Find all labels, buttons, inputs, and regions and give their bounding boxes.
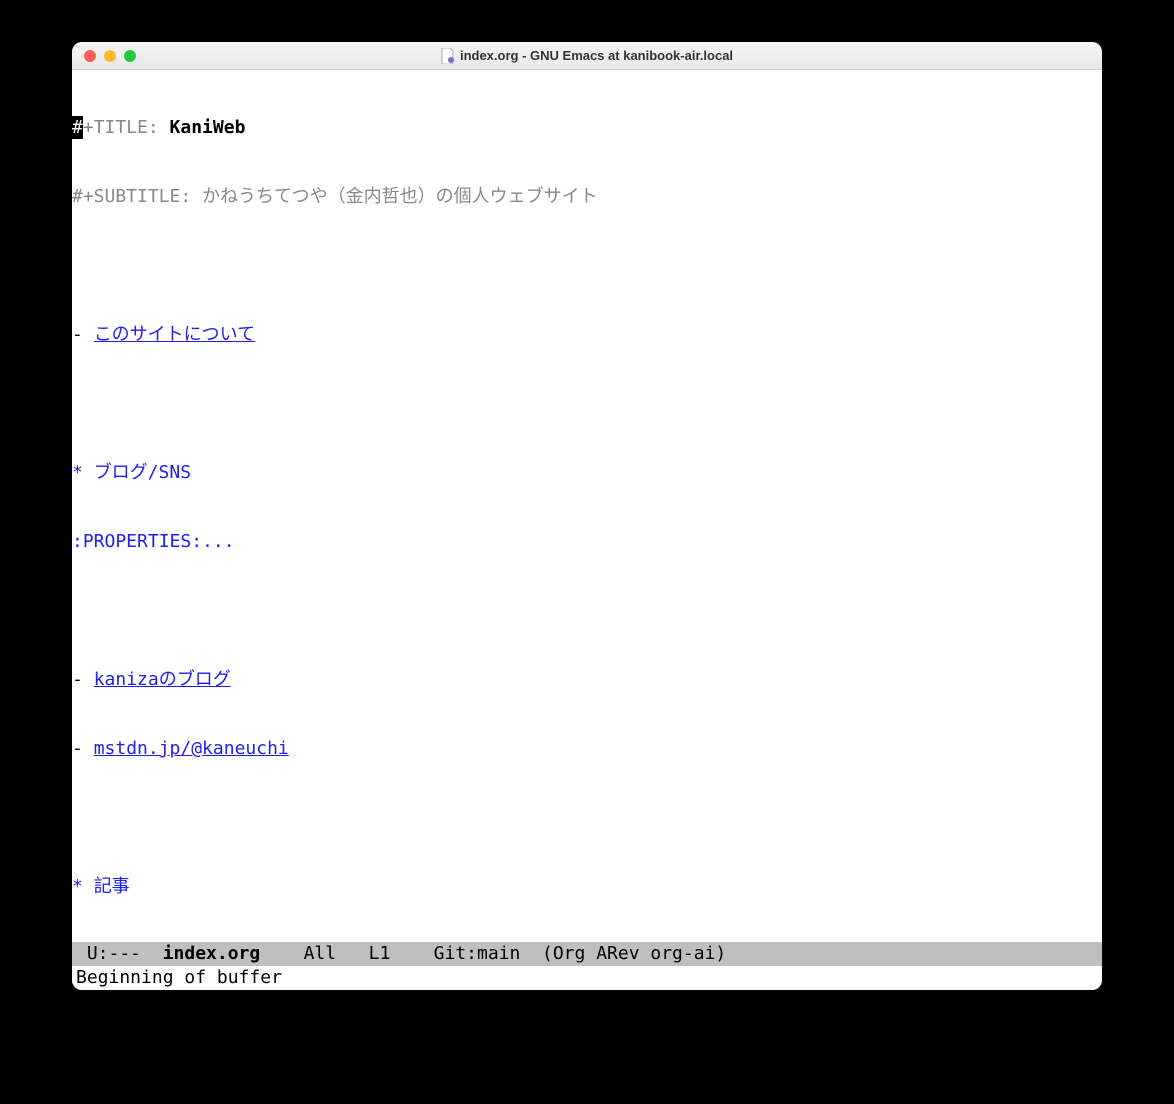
emacs-window: index.org - GNU Emacs at kanibook-air.lo… [72, 42, 1102, 990]
list-bullet: - [72, 738, 94, 759]
minibuffer[interactable]: Beginning of buffer [72, 966, 1102, 990]
close-button[interactable] [84, 50, 96, 62]
window-title-text: index.org - GNU Emacs at kanibook-air.lo… [460, 48, 733, 63]
heading-blog: ブログ/SNS [94, 462, 191, 483]
link-about[interactable]: このサイトについて [94, 324, 255, 345]
list-bullet: - [72, 669, 94, 690]
minibuffer-message: Beginning of buffer [76, 967, 282, 988]
link-kaniza-blog[interactable]: kanizaのブログ [94, 669, 231, 690]
title-value: KaniWeb [170, 117, 246, 138]
window-title: index.org - GNU Emacs at kanibook-air.lo… [441, 48, 733, 64]
minimize-button[interactable] [104, 50, 116, 62]
file-icon [441, 48, 455, 64]
modeline-buffer-name: index.org [163, 943, 261, 964]
maximize-button[interactable] [124, 50, 136, 62]
titlebar: index.org - GNU Emacs at kanibook-air.lo… [72, 42, 1102, 70]
heading-star: * [72, 876, 94, 897]
modeline[interactable]: U:--- index.org All L1 Git:main (Org ARe… [72, 942, 1102, 966]
modeline-status: U:--- [76, 943, 163, 964]
subtitle-value: かねうちてつや（金内哲也）の個人ウェブサイト [202, 186, 598, 207]
traffic-lights [72, 50, 136, 62]
subtitle-keyword: #+SUBTITLE: [72, 186, 202, 207]
heading-star: * [72, 462, 94, 483]
modeline-info: All L1 Git:main (Org ARev org-ai) [260, 943, 726, 964]
title-keyword: +TITLE: [83, 117, 170, 138]
editor-area[interactable]: #+TITLE: KaniWeb #+SUBTITLE: かねうちてつや（金内哲… [72, 70, 1102, 942]
heading-articles: 記事 [94, 876, 130, 897]
properties-drawer[interactable]: :PROPERTIES:... [72, 531, 235, 552]
list-bullet: - [72, 324, 94, 345]
cursor: # [72, 116, 83, 139]
link-mstdn[interactable]: mstdn.jp/@kaneuchi [94, 738, 289, 759]
